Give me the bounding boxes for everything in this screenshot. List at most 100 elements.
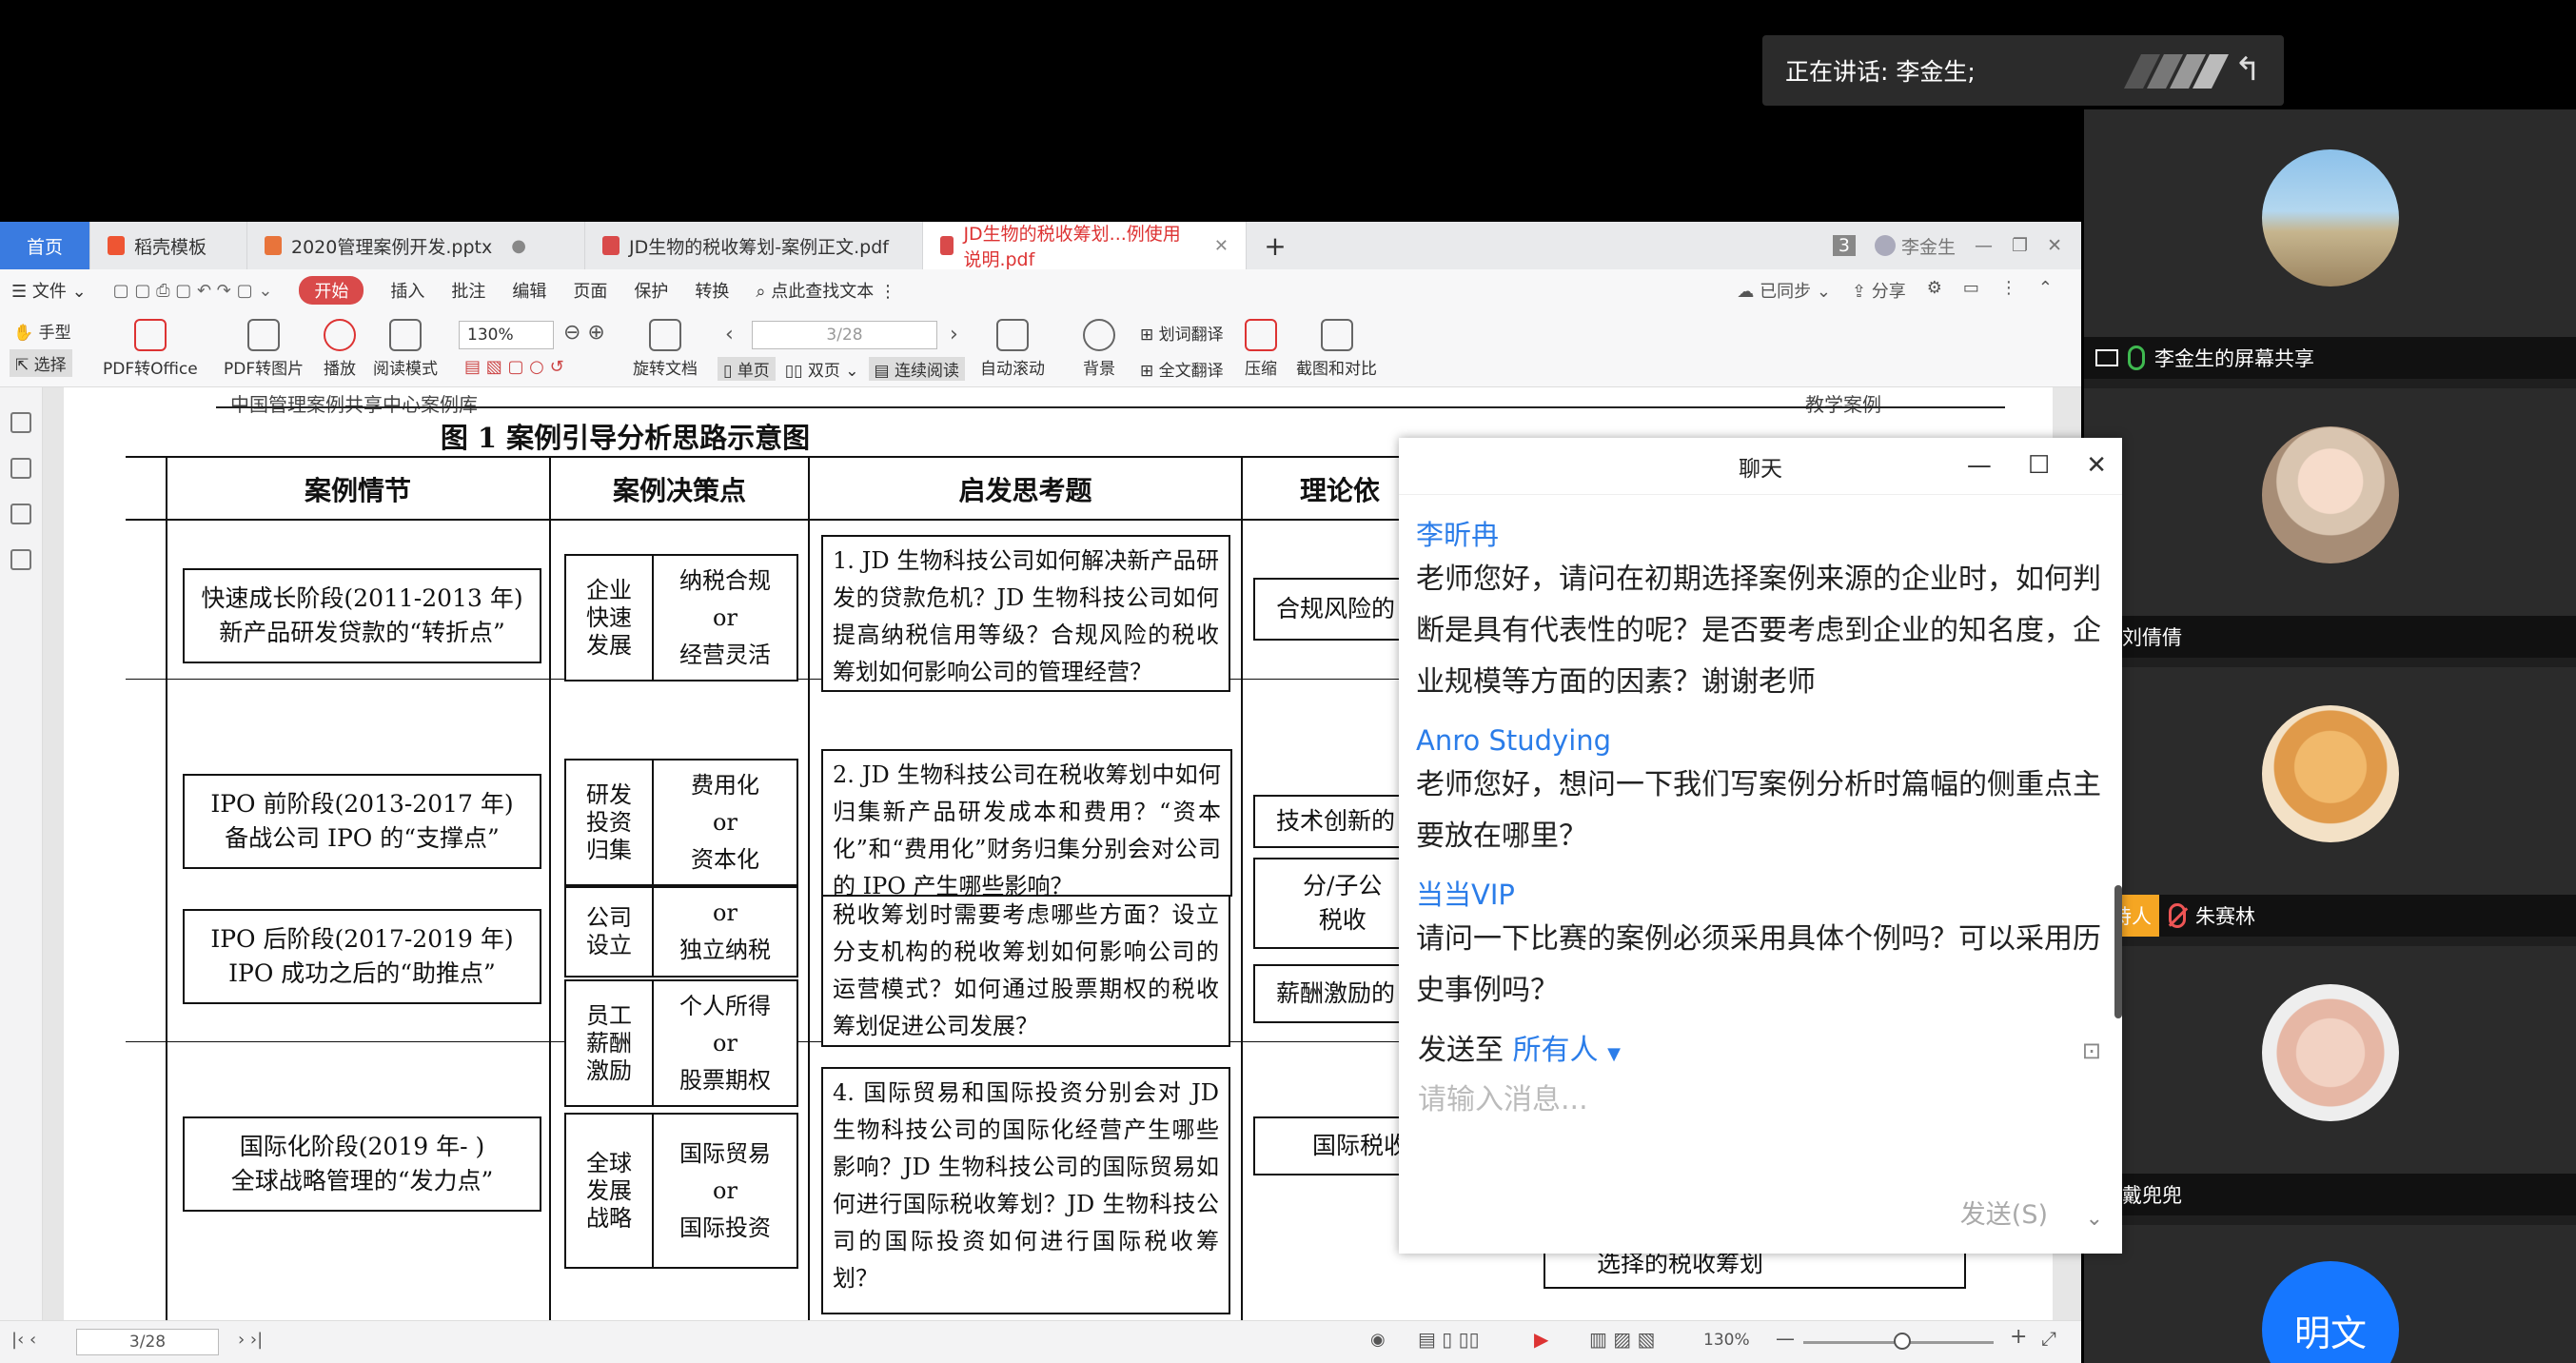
participant-panel: 李金生的屏幕共享 刘倩倩 主持人 朱赛林 戴兜兜 <box>2084 109 2576 1363</box>
search-panel-icon[interactable] <box>10 549 31 570</box>
close-icon[interactable]: ✕ <box>2086 451 2107 480</box>
status-page-input[interactable]: 3/28 <box>76 1329 219 1355</box>
double-page-button[interactable]: ▯▯ 双页 ⌄ <box>785 357 859 381</box>
select-tool[interactable]: ⇱ 选择 <box>10 349 72 377</box>
question-box: 1. JD 生物科技公司如何解决新产品研发的贷款危机？JD 生物科技公司如何提高… <box>821 535 1230 692</box>
pdf-to-image-button[interactable]: PDF转图片 <box>224 319 304 379</box>
hand-tool[interactable]: ✋ 手型 <box>13 319 71 343</box>
background-button[interactable]: 背景 <box>1083 319 1115 379</box>
tab-pdf-main[interactable]: JD生物的税收筹划-案例正文.pdf <box>585 222 923 269</box>
participant-tile[interactable]: 戴兜兜 <box>2084 946 2576 1215</box>
zoom-buttons[interactable]: ⊖ ⊕ <box>563 321 605 345</box>
send-button[interactable]: 发送(S) <box>1960 1194 2048 1231</box>
fullscreen-icon[interactable]: ⤢ <box>2041 1327 2056 1350</box>
avatar: 明文 <box>2262 1261 2399 1363</box>
compress-button[interactable]: 压缩 <box>1245 319 1277 379</box>
message-sender: 当当VIP <box>1416 879 1515 911</box>
menu-edit[interactable]: 编辑 <box>512 278 546 303</box>
screenshot-compare-button[interactable]: 截图和对比 <box>1296 319 1377 379</box>
avatar <box>2262 705 2399 842</box>
participant-tile[interactable]: 明文 <box>2084 1225 2576 1363</box>
read-mode-button[interactable]: 阅读模式 <box>373 319 438 379</box>
menu-insert[interactable]: 插入 <box>390 278 424 303</box>
small-tools[interactable]: ▤ ▧ ▢ ○ ↺ <box>464 357 564 377</box>
prev-page-button[interactable]: ‹ <box>725 323 734 346</box>
tab-home[interactable]: 首页 <box>0 222 90 269</box>
close-icon[interactable]: ✕ <box>1214 236 1229 256</box>
next-page-button[interactable]: › <box>950 323 958 346</box>
avatar <box>2262 426 2399 563</box>
panel-toggle-icon[interactable]: ⊡ <box>2082 1037 2101 1064</box>
close-window-icon[interactable]: ✕ <box>2047 235 2062 256</box>
tab-dot-icon[interactable]: ● <box>511 236 526 256</box>
speaking-indicator: 正在讲话: 李金生; ↰ <box>1762 35 2284 106</box>
continuous-read-button[interactable]: ▤ 连续阅读 <box>868 357 966 381</box>
participant-tile[interactable]: 李金生的屏幕共享 <box>2084 109 2576 379</box>
settings-icon[interactable]: ⚙ <box>1927 278 1942 303</box>
plot-box: 快速成长阶段(2011-2013 年) 新产品研发贷款的“转折点” <box>183 568 541 663</box>
participant-name: 刘倩倩 <box>2122 626 2182 649</box>
annotation-icon[interactable] <box>10 504 31 524</box>
message-sender: 李昕冉 <box>1416 519 1500 551</box>
status-zoom[interactable]: 130% <box>1703 1331 1750 1350</box>
view-mode-buttons[interactable]: ▤ ▯ ▯▯ <box>1418 1328 1480 1351</box>
menu-start[interactable]: 开始 <box>299 276 364 305</box>
menu-file[interactable]: ☰ 文件 ⌄ <box>11 278 87 303</box>
new-tab-button[interactable]: + <box>1247 222 1304 269</box>
share-button[interactable]: ⇪ 分享 <box>1852 278 1906 303</box>
word-translate-button[interactable]: ⊞ 划词翻译 <box>1140 321 1224 345</box>
mic-muted-icon <box>2169 903 2186 928</box>
user-avatar[interactable]: 李金生 <box>1875 233 1956 259</box>
single-page-button[interactable]: ▯ 单页 <box>718 357 776 381</box>
book-icon <box>389 319 422 351</box>
send-options-icon[interactable]: ⌄ <box>2086 1207 2103 1231</box>
minimize-icon[interactable]: — <box>1975 235 1993 256</box>
rotate-button[interactable]: 旋转文档 <box>633 319 698 379</box>
collapse-ribbon-icon[interactable]: ⌃ <box>2038 278 2053 303</box>
next-last-page-buttons[interactable]: › ›| <box>238 1330 263 1350</box>
minimize-icon[interactable]: — <box>1967 451 1992 480</box>
restore-icon[interactable]: ❐ <box>2012 235 2028 256</box>
comment-icon[interactable]: ▭ <box>1963 278 1979 303</box>
menu-page[interactable]: 页面 <box>573 278 607 303</box>
chat-messages[interactable]: 李昕冉 老师您好，请问在初期选择案例来源的企业时，如何判断是具有代表性的呢？是否… <box>1399 495 2122 1020</box>
zoom-select[interactable]: 130% <box>459 321 554 349</box>
tab-docer[interactable]: 稻壳模板 <box>90 222 247 269</box>
zoom-in-icon[interactable]: + <box>2010 1325 2027 1349</box>
full-translate-button[interactable]: ⊞ 全文翻译 <box>1140 357 1224 381</box>
sync-status[interactable]: ☁ 已同步 ⌄ <box>1737 278 1831 303</box>
thumbnails-icon[interactable] <box>10 412 31 433</box>
fit-buttons[interactable]: ▥ ▨ ▧ <box>1589 1328 1655 1351</box>
page-input[interactable]: 3/28 <box>752 321 937 349</box>
message-input[interactable]: 请输入消息... <box>1418 1076 1588 1117</box>
chat-scrollbar[interactable] <box>2114 885 2122 1018</box>
eye-icon[interactable]: ◉ <box>1370 1330 1386 1350</box>
plot-box: 国际化阶段(2019 年- ) 全球战略管理的“发力点” <box>183 1116 541 1212</box>
menu-comment[interactable]: 批注 <box>451 278 485 303</box>
decision-box: 研发 投资 归集 费用化 or 资本化 <box>564 759 798 886</box>
question-box: 4. 国际贸易和国际投资分别会对 JD 生物科技公司的国际化经营产生哪些影响？J… <box>821 1067 1230 1314</box>
zoom-out-icon[interactable]: — <box>1776 1327 1795 1350</box>
quick-toolbar-icons[interactable]: ▢ ▢ ⎙ ▢ ↶ ↷ ▢ ⌄ <box>113 281 273 301</box>
autoscroll-button[interactable]: 自动滚动 <box>980 319 1045 379</box>
maximize-icon[interactable]: ☐ <box>2028 451 2050 480</box>
send-to-selector[interactable]: 发送至 所有人 ▼ <box>1418 1026 1621 1068</box>
menu-convert[interactable]: 转换 <box>695 278 729 303</box>
col-head-theory: 理论依 <box>1300 475 1381 506</box>
participant-tile[interactable]: 主持人 朱赛林 <box>2084 667 2576 937</box>
pdf-to-office-button[interactable]: PDF转Office <box>103 319 198 379</box>
send-to-value: 所有人 <box>1512 1034 1599 1067</box>
first-prev-page-buttons[interactable]: |‹ ‹ <box>11 1330 36 1350</box>
search-text[interactable]: ⌕ 点此查找文本 ⋮ <box>756 278 896 303</box>
bookmark-icon[interactable] <box>10 458 31 479</box>
tab-pdf-guide[interactable]: JD生物的税收筹划...例使用说明.pdf ✕ <box>923 222 1247 270</box>
window-count-badge[interactable]: 3 <box>1832 235 1857 256</box>
play-icon[interactable]: ▶ <box>1534 1328 1548 1351</box>
menu-protect[interactable]: 保护 <box>634 278 668 303</box>
tab-pptx[interactable]: 2020管理案例开发.pptx ● <box>247 222 585 269</box>
play-button[interactable]: 播放 <box>324 319 356 379</box>
more-icon[interactable]: ⋮ <box>2000 278 2017 303</box>
collapse-icon[interactable]: ↰ <box>2229 50 2267 89</box>
participant-tile[interactable]: 刘倩倩 <box>2084 388 2576 658</box>
zoom-slider-knob[interactable] <box>1894 1333 1911 1350</box>
